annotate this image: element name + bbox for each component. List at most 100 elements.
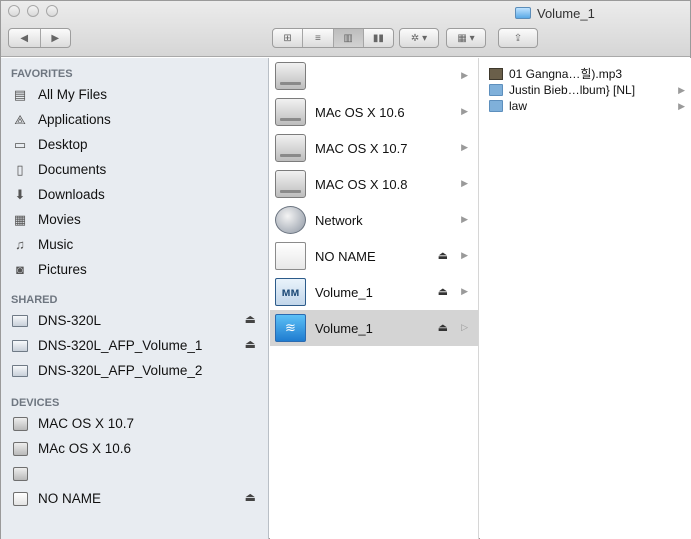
- eject-icon[interactable]: ⏏: [438, 285, 448, 298]
- sidebar-item-label: DNS-320L_AFP_Volume_2: [38, 363, 203, 378]
- close-button[interactable]: [8, 5, 20, 17]
- back-arrow-icon: ◀: [20, 32, 29, 44]
- list-item[interactable]: ▶: [270, 58, 478, 94]
- hard-drive-icon: [275, 170, 306, 198]
- list-item[interactable]: MAc OS X 10.6 ▶: [270, 94, 478, 130]
- server-icon: [11, 363, 29, 379]
- disclosure-arrow-icon: ▶: [461, 286, 468, 296]
- sidebar-item-label: Desktop: [38, 137, 88, 152]
- cover-flow-button[interactable]: ▮▮: [362, 29, 393, 47]
- list-view-button[interactable]: ≡: [302, 29, 332, 47]
- volume-icon: [515, 7, 531, 19]
- eject-icon[interactable]: ⏏: [245, 490, 256, 504]
- eject-icon[interactable]: ⏏: [438, 249, 448, 262]
- sidebar-item-pictures[interactable]: ◙ Pictures: [11, 257, 268, 282]
- sidebar-item-all-my-files[interactable]: ▤ All My Files: [11, 82, 268, 107]
- sidebar-item-desktop[interactable]: ▭ Desktop: [11, 132, 268, 157]
- desktop-icon: ▭: [13, 136, 27, 152]
- wifi-volume-icon: ≋: [275, 314, 306, 342]
- sidebar-item-label: MAc OS X 10.6: [38, 441, 132, 456]
- sidebar-item-label: Pictures: [38, 262, 87, 277]
- documents-icon: ▯: [16, 161, 24, 177]
- list-item[interactable]: 01 Gangna…힐).mp3: [480, 67, 691, 81]
- action-menu-button[interactable]: ✲ ▾: [399, 28, 439, 48]
- sidebar-item-no-name[interactable]: NO NAME ⏏: [11, 486, 268, 511]
- browser-column-volumes: ▶ MAc OS X 10.6 ▶ MAC OS X 10.7 ▶ MAC OS…: [270, 58, 479, 539]
- nas-volume-icon: ᴍᴍ: [275, 278, 306, 306]
- eject-icon[interactable]: ⏏: [245, 337, 256, 351]
- item-label: MAC OS X 10.8: [315, 176, 408, 192]
- item-label: MAc OS X 10.6: [315, 104, 405, 120]
- sidebar-item-movies[interactable]: ▦ Movies: [11, 207, 268, 232]
- sidebar-item-dns-320l-afp-volume-1[interactable]: DNS-320L_AFP_Volume_1 ⏏: [11, 333, 268, 358]
- back-button[interactable]: ◀: [9, 29, 40, 47]
- list-item[interactable]: ᴍᴍ Volume_1 ⏏ ▶: [270, 274, 478, 310]
- item-label: Volume_1: [315, 320, 373, 336]
- list-item-selected[interactable]: ≋ Volume_1 ⏏ ▷: [270, 310, 478, 346]
- movies-icon: ▦: [13, 211, 27, 227]
- share-icon: ⇪: [513, 32, 523, 44]
- sidebar-item-downloads[interactable]: ⬇ Downloads: [11, 182, 268, 207]
- forward-button[interactable]: ▶: [39, 29, 71, 47]
- arrange-icon: ▦ ▾: [457, 32, 475, 44]
- column-view-button[interactable]: ▥: [332, 29, 363, 47]
- sidebar-item-music[interactable]: ♫ Music: [11, 232, 268, 257]
- shared-list: DNS-320L ⏏ DNS-320L_AFP_Volume_1 ⏏ DNS-3…: [1, 308, 268, 383]
- sidebar-item-label: All My Files: [38, 87, 108, 102]
- external-drive-icon: [275, 242, 306, 270]
- disclosure-arrow-icon: ▶: [461, 178, 468, 188]
- item-label: Volume_1: [315, 284, 373, 300]
- icon-view-icon: ⊞: [283, 32, 292, 44]
- item-label: NO NAME: [315, 248, 376, 264]
- disclosure-arrow-icon: ▶: [461, 106, 468, 116]
- sidebar-item-label: MAC OS X 10.7: [38, 416, 135, 431]
- eject-icon[interactable]: ⏏: [245, 312, 256, 326]
- window-title-text: Volume_1: [537, 5, 595, 21]
- favorites-list: ▤ All My Files ⟁ Applications ▭ Desktop …: [1, 82, 268, 282]
- zoom-button[interactable]: [46, 5, 58, 17]
- eject-icon[interactable]: ⏏: [438, 321, 448, 334]
- sidebar-item-documents[interactable]: ▯ Documents: [11, 157, 268, 182]
- list-item[interactable]: Network ▶: [270, 202, 478, 238]
- sidebar-item-label: DNS-320L: [38, 313, 102, 328]
- arrange-menu-button[interactable]: ▦ ▾: [446, 28, 486, 48]
- window-title: Volume_1: [515, 4, 595, 22]
- item-label: law: [509, 99, 528, 113]
- gear-icon: ✲ ▾: [410, 32, 428, 44]
- sidebar-item-unnamed-drive[interactable]: [11, 461, 268, 486]
- hard-drive-icon: [11, 416, 29, 432]
- list-item[interactable]: MAC OS X 10.7 ▶: [270, 130, 478, 166]
- share-button[interactable]: ⇪: [498, 28, 538, 48]
- item-label: Justin Bieb…lbum} [NL]: [509, 83, 636, 97]
- sidebar-item-label: Movies: [38, 212, 81, 227]
- external-drive-icon: [11, 491, 29, 507]
- sidebar-item-dns-320l[interactable]: DNS-320L ⏏: [11, 308, 268, 333]
- minimize-button[interactable]: [27, 5, 39, 17]
- item-label: 01 Gangna…힐).mp3: [509, 67, 623, 81]
- server-icon: [11, 338, 29, 354]
- devices-list: MAC OS X 10.7 MAc OS X 10.6 NO NAME ⏏: [1, 411, 268, 511]
- list-item[interactable]: law ▶: [480, 99, 691, 113]
- list-view-icon: ≡: [314, 32, 321, 44]
- folder-icon: [489, 84, 503, 96]
- disclosure-arrow-icon: ▶: [461, 70, 468, 80]
- music-icon: ♫: [15, 237, 25, 252]
- sidebar-item-label: Downloads: [38, 187, 105, 202]
- pictures-icon: ◙: [16, 262, 24, 277]
- sidebar-item-dns-320l-afp-volume-2[interactable]: DNS-320L_AFP_Volume_2: [11, 358, 268, 383]
- sidebar-item-label: NO NAME: [38, 491, 102, 506]
- disclosure-arrow-icon: ▶: [461, 250, 468, 260]
- sidebar-item-applications[interactable]: ⟁ Applications: [11, 107, 268, 132]
- back-forward-buttons: ◀ ▶: [8, 28, 71, 48]
- hard-drive-icon: [275, 134, 306, 162]
- column-view-icon: ▥: [343, 32, 353, 44]
- sidebar-item-mac-os-x-10-6[interactable]: MAc OS X 10.6: [11, 436, 268, 461]
- sidebar-item-mac-os-x-10-7[interactable]: MAC OS X 10.7: [11, 411, 268, 436]
- list-item[interactable]: NO NAME ⏏ ▶: [270, 238, 478, 274]
- disclosure-arrow-icon: ▶: [678, 85, 685, 95]
- icon-view-button[interactable]: ⊞: [273, 29, 302, 47]
- forward-arrow-icon: ▶: [51, 32, 60, 44]
- list-item[interactable]: MAC OS X 10.8 ▶: [270, 166, 478, 202]
- hard-drive-icon: [275, 62, 306, 90]
- list-item[interactable]: Justin Bieb…lbum} [NL] ▶: [480, 83, 691, 97]
